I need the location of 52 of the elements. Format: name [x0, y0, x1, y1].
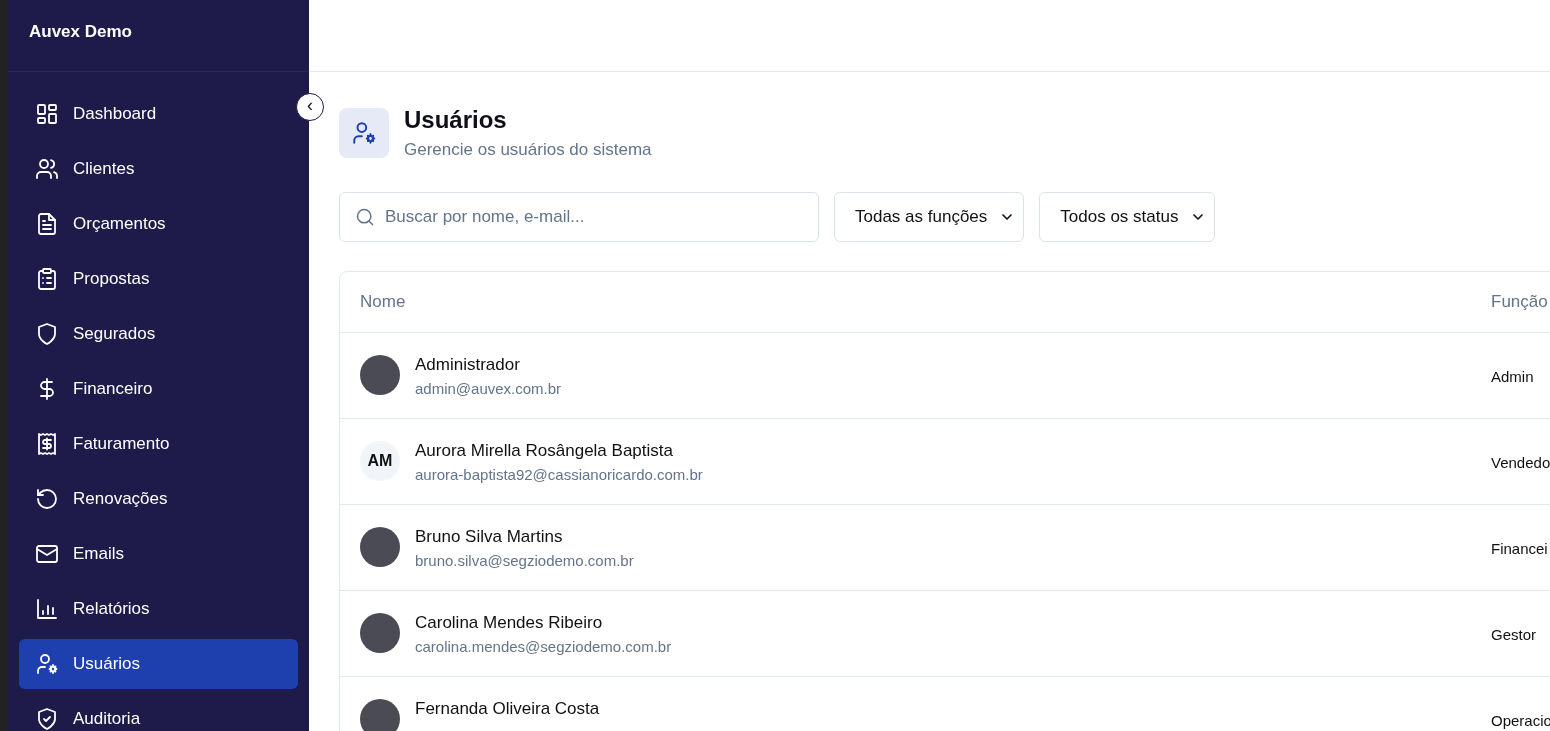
- user-name: Bruno Silva Martins: [415, 527, 564, 547]
- brand-name: Auvex Demo: [8, 0, 309, 72]
- column-header: Função: [1491, 292, 1548, 311]
- user-name: Carolina Mendes Ribeiro: [415, 613, 604, 633]
- search-icon: [355, 207, 375, 227]
- users-icon: [35, 157, 59, 181]
- photo-placeholder: [360, 613, 400, 653]
- user-email: bruno.silva@segziodemo.com.br: [415, 552, 634, 569]
- nav-item[interactable]: Relatórios: [19, 584, 298, 634]
- collapse-button[interactable]: ‹: [296, 93, 324, 121]
- nav-item[interactable]: Dashboard: [19, 89, 298, 139]
- user-name: Fernanda Oliveira Costa: [415, 699, 600, 719]
- nav-item[interactable]: Emails: [19, 529, 298, 579]
- user-name: Administrador: [415, 355, 521, 375]
- nav-item[interactable]: Propostas: [19, 254, 298, 304]
- document-icon: [35, 212, 59, 236]
- bar-chart-icon: [35, 597, 59, 621]
- nav-item[interactable]: Auditoria: [19, 694, 298, 731]
- shield-icon: [35, 322, 59, 346]
- nav-item[interactable]: Orçamentos: [19, 199, 298, 249]
- role-text: Financei: [1491, 540, 1548, 557]
- role-text: Admin: [1491, 368, 1534, 385]
- nav-item[interactable]: Faturamento: [19, 419, 298, 469]
- rotate-icon: [35, 487, 59, 511]
- user-name: Aurora Mirella Rosângela Baptista: [415, 441, 674, 461]
- nav-item[interactable]: Segurados: [19, 309, 298, 359]
- role-text: Vendedo: [1491, 454, 1550, 471]
- initials-avatar: AM: [360, 441, 400, 481]
- nav-item[interactable]: Renovações: [19, 474, 298, 524]
- user-email: aurora-baptista92@cassianoricardo.com.br: [415, 466, 703, 483]
- user-email: admin@auvex.com.br: [415, 380, 562, 397]
- nav-item[interactable]: Financeiro: [19, 364, 298, 414]
- receipt-icon: [35, 432, 59, 456]
- photo-placeholder: [360, 699, 400, 731]
- photo-placeholder: [360, 355, 400, 395]
- nav-item[interactable]: Usuários: [19, 639, 298, 689]
- user-email: carolina.mendes@segziodemo.com.br: [415, 638, 672, 655]
- search-field[interactable]: Buscar por nome, e-mail...: [339, 192, 819, 242]
- shield-check-icon: [35, 707, 59, 731]
- page-subtitle: Gerencie os usuários do sistema: [404, 140, 652, 160]
- photo-placeholder: [360, 527, 400, 567]
- page-title: Usuários: [404, 106, 508, 134]
- column-header: Nome: [360, 292, 406, 312]
- clipboard-icon: [35, 267, 59, 291]
- grid-icon: [35, 102, 59, 126]
- filter-dropdown[interactable]: Todos os status: [1039, 192, 1216, 242]
- user-gear-icon: [35, 652, 59, 676]
- nav-item[interactable]: Clientes: [19, 144, 298, 194]
- user-gear-icon: [351, 120, 377, 146]
- role-text: Gestor: [1491, 626, 1536, 643]
- mail-icon: [35, 542, 59, 566]
- filter-dropdown[interactable]: Todas as funções: [834, 192, 1025, 242]
